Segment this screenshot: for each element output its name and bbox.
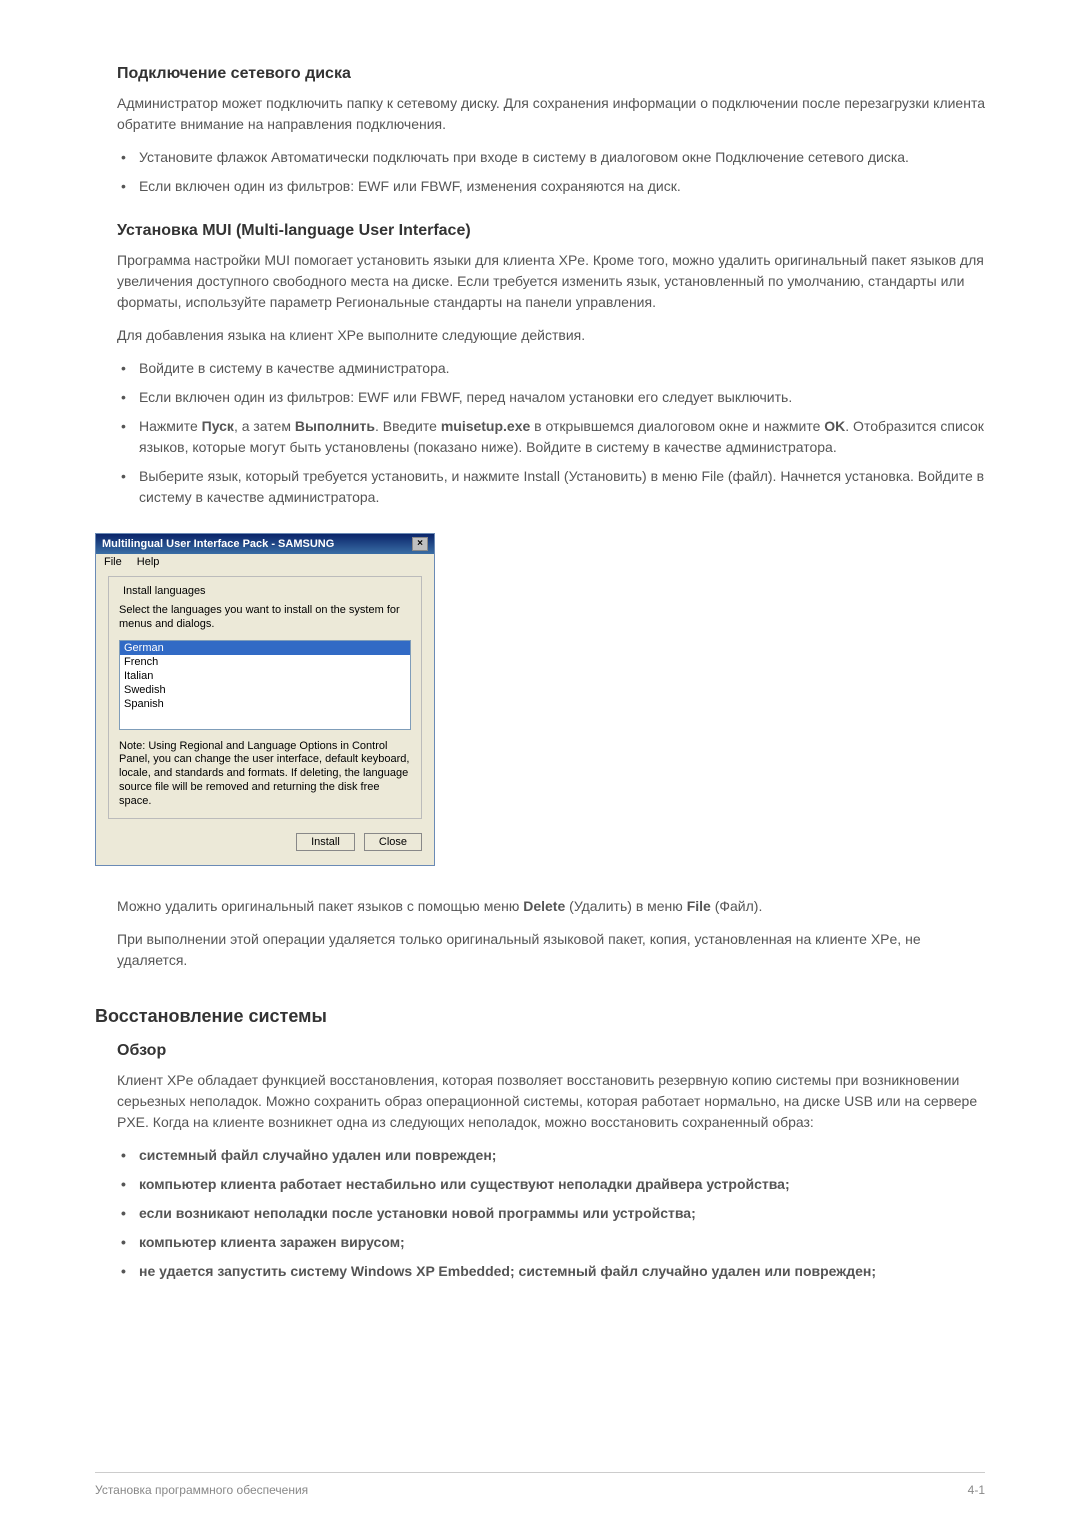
restore-intro: Клиент XPe обладает функцией восстановле… xyxy=(117,1070,985,1133)
after-dialog-p1: Можно удалить оригинальный пакет языков … xyxy=(117,896,985,917)
list-item: Установите флажок Автоматически подключа… xyxy=(117,147,985,168)
after-dialog-p2: При выполнении этой операции удаляется т… xyxy=(117,929,985,971)
list-item[interactable]: German xyxy=(120,641,410,655)
bullets-network-drive: Установите флажок Автоматически подключа… xyxy=(117,147,985,197)
close-button[interactable]: Close xyxy=(364,833,422,851)
list-item: Если включен один из фильтров: EWF или F… xyxy=(117,387,985,408)
list-item[interactable]: Spanish xyxy=(120,697,410,711)
mui-p2: Для добавления языка на клиент XPe выпол… xyxy=(117,325,985,346)
bullets-restore: системный файл случайно удален или повре… xyxy=(117,1145,985,1282)
list-item: компьютер клиента работает нестабильно и… xyxy=(117,1174,985,1195)
page-footer: Установка программного обеспечения 4-1 xyxy=(95,1472,985,1497)
after-dialog-block: Можно удалить оригинальный пакет языков … xyxy=(117,896,985,971)
dialog-title: Multilingual User Interface Pack - SAMSU… xyxy=(102,538,334,550)
bullets-mui: Войдите в систему в качестве администрат… xyxy=(117,358,985,508)
footer-right: 4-1 xyxy=(968,1483,985,1497)
menu-help[interactable]: Help xyxy=(137,556,160,568)
language-listbox[interactable]: German French Italian Swedish Spanish xyxy=(119,640,411,730)
list-item: если возникают неполадки после установки… xyxy=(117,1203,985,1224)
section-network-drive: Подключение сетевого диска Администратор… xyxy=(117,65,985,197)
heading-network-drive: Подключение сетевого диска xyxy=(117,65,985,83)
section-restore: Обзор Клиент XPe обладает функцией восст… xyxy=(117,1042,985,1282)
list-item: Нажмите Пуск, а затем Выполнить. Введите… xyxy=(117,416,985,458)
install-languages-fieldset: Install languages Select the languages y… xyxy=(108,576,422,819)
fieldset-note: Note: Using Regional and Language Option… xyxy=(119,740,411,809)
dialog-menubar: File Help xyxy=(96,554,434,570)
mui-dialog: Multilingual User Interface Pack - SAMSU… xyxy=(95,533,435,866)
section-mui: Установка MUI (Multi-language User Inter… xyxy=(117,222,985,508)
heading-mui: Установка MUI (Multi-language User Inter… xyxy=(117,222,985,240)
list-item[interactable]: French xyxy=(120,655,410,669)
dialog-buttons: Install Close xyxy=(108,827,422,853)
footer-left: Установка программного обеспечения xyxy=(95,1483,308,1497)
list-item[interactable]: Italian xyxy=(120,669,410,683)
intro-network-drive: Администратор может подключить папку к с… xyxy=(117,93,985,135)
fieldset-label: Install languages xyxy=(119,585,210,597)
heading-overview: Обзор xyxy=(117,1042,985,1060)
close-icon[interactable]: × xyxy=(412,537,428,551)
list-item: Войдите в систему в качестве администрат… xyxy=(117,358,985,379)
list-item: не удается запустить систему Windows XP … xyxy=(117,1261,985,1282)
list-item: Если включен один из фильтров: EWF или F… xyxy=(117,176,985,197)
dialog-body: Install languages Select the languages y… xyxy=(96,570,434,865)
list-item: Выберите язык, который требуется установ… xyxy=(117,466,985,508)
mui-p1: Программа настройки MUI помогает установ… xyxy=(117,250,985,313)
fieldset-desc: Select the languages you want to install… xyxy=(119,603,411,632)
list-item: компьютер клиента заражен вирусом; xyxy=(117,1232,985,1253)
list-item[interactable]: Swedish xyxy=(120,683,410,697)
dialog-titlebar: Multilingual User Interface Pack - SAMSU… xyxy=(96,534,434,554)
menu-file[interactable]: File xyxy=(104,556,122,568)
list-item: системный файл случайно удален или повре… xyxy=(117,1145,985,1166)
install-button[interactable]: Install xyxy=(296,833,355,851)
heading-system-restore: Восстановление системы xyxy=(95,1006,985,1027)
